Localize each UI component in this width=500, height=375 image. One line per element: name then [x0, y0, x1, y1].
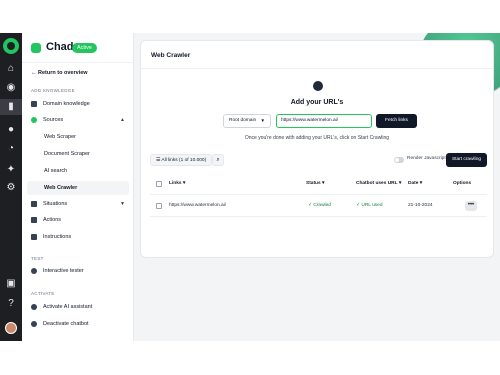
column-label: Links — [169, 181, 182, 186]
book-icon — [31, 101, 37, 107]
sidebar-item-label: Deactivate chatbot — [43, 321, 89, 327]
uses-text: URL used — [361, 203, 383, 208]
grid-icon — [31, 217, 37, 223]
sidebar-item-label: Web Scraper — [44, 134, 76, 140]
sidebar-item-ai-search[interactable]: AI search — [27, 164, 129, 178]
sidebar-item-label: AI search — [44, 168, 68, 174]
column-links[interactable]: Links ▾ — [169, 173, 185, 195]
globe-icon — [313, 81, 323, 91]
sidebar-item-web-crawler[interactable]: Web Crawler — [27, 181, 129, 195]
sidebar-item-label: Actions — [43, 217, 62, 223]
check-circle-icon — [31, 304, 37, 310]
row-status: ✓ Crawled — [308, 203, 331, 208]
url-input[interactable]: https://www.watermelon.ai/ — [276, 114, 372, 128]
web-crawler-card: Web Crawler Add your URL's Root domain ▼ … — [140, 40, 494, 258]
sidebar: Chad Active ← Return to overview Add kno… — [22, 33, 134, 341]
column-status[interactable]: Status ▾ — [306, 173, 324, 195]
database-icon — [31, 117, 37, 123]
search-button[interactable]: ⌕ — [212, 154, 224, 166]
users-icon[interactable]: ● — [6, 125, 16, 135]
sidebar-item-label: Domain knowledge — [43, 101, 90, 107]
column-label: Status — [306, 181, 321, 186]
domain-type-select[interactable]: Root domain ▼ — [223, 114, 271, 128]
sidebar-item-label: Sources — [43, 117, 64, 123]
home-icon — [31, 43, 41, 53]
app-logo-icon[interactable] — [3, 38, 19, 54]
tools-icon — [31, 234, 37, 240]
table-row: https://www.watermelon.ai/ ✓ Crawled ✓ U… — [150, 195, 487, 217]
avatar[interactable] — [5, 322, 17, 334]
column-label: Date — [408, 181, 419, 186]
sidebar-item-actions[interactable]: Actions — [27, 213, 129, 227]
hint-text: Once you're done with adding your URL's,… — [244, 135, 390, 141]
integrations-icon[interactable]: ✦ — [6, 165, 16, 175]
sidebar-item-domain-knowledge[interactable]: Domain knowledge — [27, 97, 129, 111]
row-date: 21-10-2024 — [408, 203, 433, 208]
sidebar-item-web-scraper[interactable]: Web Scraper — [27, 130, 129, 144]
sidebar-item-situations[interactable]: Situations ▼ — [27, 197, 129, 211]
links-table: Links ▾ Status ▾ Chatbot uses URL ▾ Date… — [150, 173, 487, 217]
sidebar-item-interactive-tester[interactable]: Interactive tester — [27, 264, 129, 278]
status-text: Crawled — [313, 203, 331, 208]
sidebar-item-label: Activate AI assistant — [43, 304, 93, 310]
situations-icon — [31, 201, 37, 207]
page-title: Web Crawler — [151, 52, 191, 59]
sidebar-item-activate-ai[interactable]: Activate AI assistant — [27, 300, 129, 314]
gift-icon[interactable]: ▣ — [6, 279, 16, 289]
sidebar-item-instructions[interactable]: Instructions — [27, 230, 129, 244]
row-link[interactable]: https://www.watermelon.ai/ — [169, 195, 226, 217]
analytics-icon[interactable]: ◔ — [6, 144, 16, 154]
start-crawling-button[interactable]: Start crawling — [446, 153, 487, 167]
filter-label: All links (1 of 10.000) — [161, 158, 207, 163]
table-header: Links ▾ Status ▾ Chatbot uses URL ▾ Date… — [150, 173, 487, 195]
add-urls-heading: Add your URL's — [290, 99, 344, 106]
chatbot-icon[interactable]: ▮ — [0, 99, 22, 115]
sidebar-item-document-scraper[interactable]: Document Scraper — [27, 147, 129, 161]
sidebar-item-deactivate-chatbot[interactable]: Deactivate chatbot — [27, 317, 129, 331]
column-options: Options — [453, 181, 472, 186]
chevron-down-icon: ▼ — [260, 118, 265, 123]
render-javascript-label: Render Javascript — [407, 156, 446, 161]
sidebar-header: Chad Active — [22, 33, 134, 63]
bot-name: Chad — [46, 41, 74, 53]
column-chatbot-uses-url[interactable]: Chatbot uses URL ▾ — [356, 173, 401, 195]
chat-icon[interactable]: ◉ — [6, 83, 16, 93]
search-icon: ⌕ — [216, 157, 220, 163]
chevron-up-icon: ▲ — [120, 117, 125, 123]
home-icon[interactable]: ⌂ — [6, 64, 16, 74]
settings-icon[interactable]: ⚙ — [6, 183, 16, 193]
sidebar-item-label: Interactive tester — [43, 268, 84, 274]
links-filter-button[interactable]: ☰ All links (1 of 10.000) — [150, 154, 213, 166]
main-area: Web Crawler Add your URL's Root domain ▼ … — [134, 33, 500, 341]
icon-rail: ⌂ ◉ ▮ ● ◔ ✦ ⚙ ▣ ? — [0, 33, 22, 341]
return-label: Return to overview — [38, 70, 88, 76]
section-caption-activate: Activate — [31, 291, 55, 296]
sidebar-item-label: Situations — [43, 201, 68, 207]
chat-bubble-icon — [31, 268, 37, 274]
render-javascript-toggle[interactable] — [394, 157, 404, 163]
fetch-links-button[interactable]: Fetch links — [376, 114, 417, 128]
sidebar-item-label: Web Crawler — [44, 185, 78, 191]
row-checkbox[interactable] — [156, 203, 162, 209]
row-options-button[interactable]: ••• — [465, 201, 477, 211]
power-icon — [31, 321, 37, 327]
help-icon[interactable]: ? — [6, 299, 16, 309]
divider — [141, 68, 493, 69]
section-caption-test: Test — [31, 256, 44, 261]
column-label: Chatbot uses URL — [356, 181, 398, 186]
section-caption-knowledge: Add knowledge — [31, 88, 75, 93]
sidebar-item-label: Document Scraper — [44, 151, 90, 157]
select-value: Root domain — [229, 118, 257, 123]
column-date[interactable]: Date ▾ — [408, 173, 422, 195]
select-all-checkbox[interactable] — [156, 181, 162, 187]
sidebar-item-sources[interactable]: Sources ▲ — [27, 113, 129, 127]
return-link[interactable]: ← Return to overview — [31, 70, 88, 76]
chevron-down-icon: ▼ — [120, 201, 125, 207]
row-uses-url: ✓ URL used — [356, 203, 383, 208]
sidebar-item-label: Instructions — [43, 234, 72, 240]
status-badge: Active — [72, 43, 97, 53]
